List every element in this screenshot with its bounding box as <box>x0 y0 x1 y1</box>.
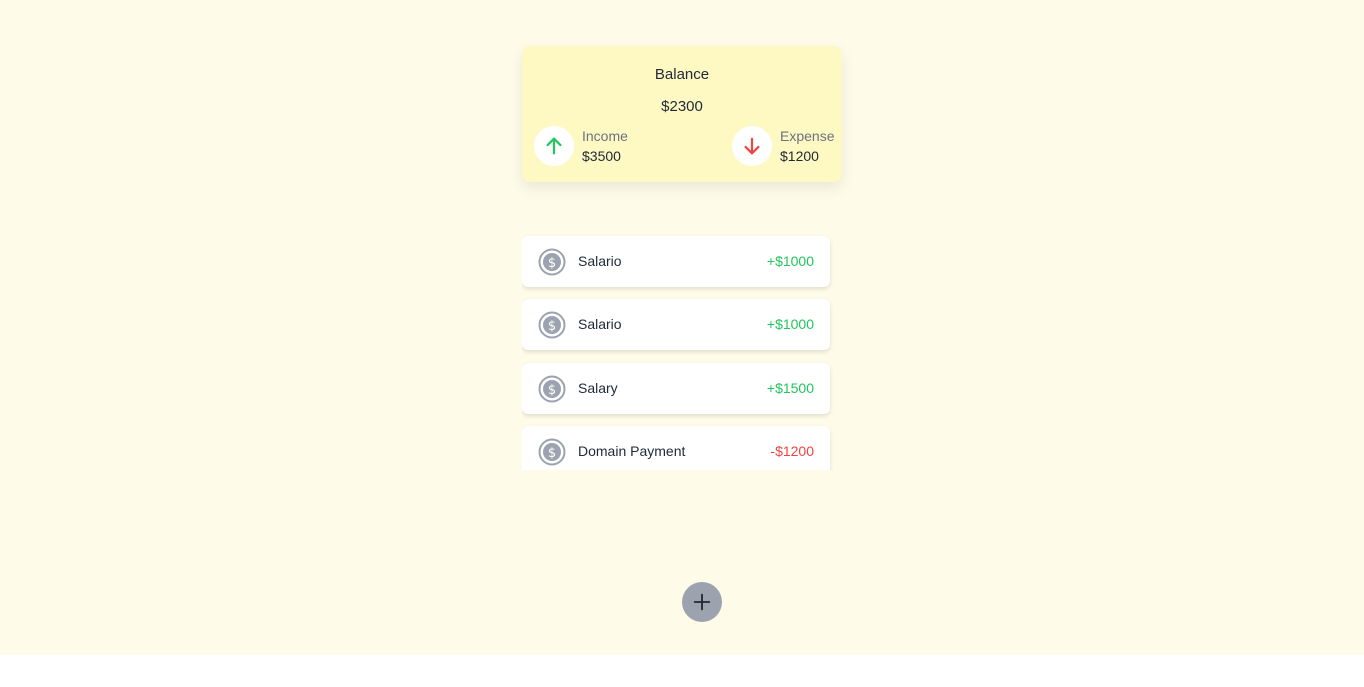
income-value: $3500 <box>582 148 621 164</box>
dollar-coin-icon: $ <box>538 375 566 403</box>
transaction-name: Salario <box>578 316 622 332</box>
transaction-item[interactable]: $ Salario +$1000 <box>522 299 830 350</box>
transaction-amount: +$1000 <box>766 316 814 332</box>
arrow-up-icon <box>534 126 574 166</box>
dollar-coin-icon: $ <box>538 438 566 466</box>
svg-text:$: $ <box>548 446 556 461</box>
balance-title: Balance <box>654 66 710 83</box>
transaction-name: Domain Payment <box>578 443 686 459</box>
svg-text:$: $ <box>548 319 556 334</box>
transaction-name: Salary <box>578 380 618 396</box>
transaction-amount: +$1000 <box>766 253 814 269</box>
transaction-amount: +$1500 <box>766 380 814 396</box>
svg-text:$: $ <box>548 383 556 398</box>
add-transaction-button[interactable] <box>682 582 722 622</box>
transaction-item[interactable]: $ Salary +$1500 <box>522 363 830 414</box>
transaction-list[interactable]: $ Salario +$1000 $ Salario +$1000 $ Sala… <box>522 230 842 470</box>
transaction-name: Salario <box>578 253 622 269</box>
app-container: Balance $2300 Income $3500 Expense $1200 <box>0 0 1364 655</box>
arrow-down-icon <box>732 126 772 166</box>
transaction-item[interactable]: $ Domain Payment -$1200 <box>522 426 830 470</box>
balance-amount: $2300 <box>661 98 703 115</box>
svg-text:$: $ <box>548 256 556 271</box>
transaction-amount: -$1200 <box>770 443 814 459</box>
transaction-item[interactable]: $ Salario +$1000 <box>522 236 830 287</box>
expense-label: Expense <box>780 128 835 144</box>
income-label: Income <box>582 128 628 144</box>
dollar-coin-icon: $ <box>538 311 566 339</box>
expense-value: $1200 <box>780 148 819 164</box>
dollar-coin-icon: $ <box>538 248 566 276</box>
balance-card: Balance $2300 Income $3500 Expense $1200 <box>522 46 842 182</box>
plus-icon <box>693 593 711 611</box>
